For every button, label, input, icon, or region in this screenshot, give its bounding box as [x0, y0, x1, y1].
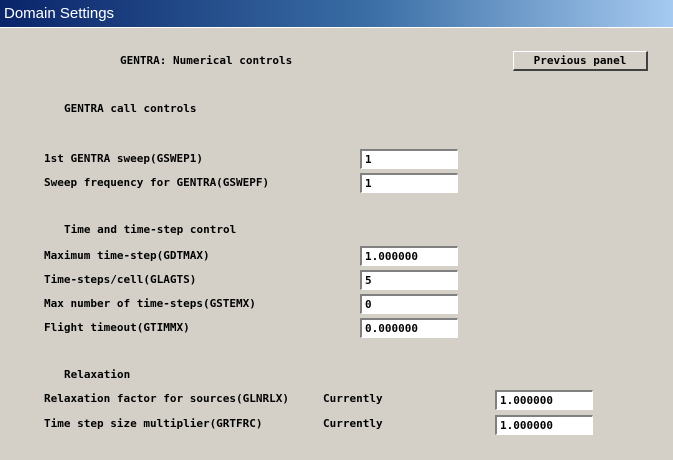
section-heading-call-controls: GENTRA call controls — [64, 102, 197, 115]
glagts-input[interactable] — [360, 270, 458, 290]
settings-panel: GENTRA: Numerical controls Previous pane… — [0, 27, 673, 460]
gstemx-label: Max number of time-steps(GSTEMX) — [44, 297, 256, 310]
gswep1-label: 1st GENTRA sweep(GSWEP1) — [44, 152, 203, 165]
glagts-label: Time-steps/cell(GLAGTS) — [44, 273, 197, 286]
glnrlx-label: Relaxation factor for sources(GLNRLX) — [44, 392, 290, 405]
gdtmax-label: Maximum time-step(GDTMAX) — [44, 249, 210, 262]
gswepf-label: Sweep frequency for GENTRA(GSWEPF) — [44, 176, 270, 189]
grtfrc-currently-label: Currently — [323, 417, 383, 430]
title-bar: Domain Settings — [0, 0, 673, 27]
gtimmx-label: Flight timeout(GTIMMX) — [44, 321, 190, 334]
section-heading-time-step: Time and time-step control — [64, 223, 237, 236]
gstemx-input[interactable] — [360, 294, 458, 314]
panel-title: GENTRA: Numerical controls — [120, 54, 293, 67]
window-title: Domain Settings — [4, 5, 115, 22]
previous-panel-button[interactable]: Previous panel — [513, 51, 648, 71]
grtfrc-input[interactable] — [495, 415, 593, 435]
grtfrc-label: Time step size multiplier(GRTFRC) — [44, 417, 263, 430]
section-heading-relaxation: Relaxation — [64, 368, 131, 381]
gdtmax-input[interactable] — [360, 246, 458, 266]
gtimmx-input[interactable] — [360, 318, 458, 338]
gswep1-input[interactable] — [360, 149, 458, 169]
glnrlx-currently-label: Currently — [323, 392, 383, 405]
glnrlx-input[interactable] — [495, 390, 593, 410]
gswepf-input[interactable] — [360, 173, 458, 193]
